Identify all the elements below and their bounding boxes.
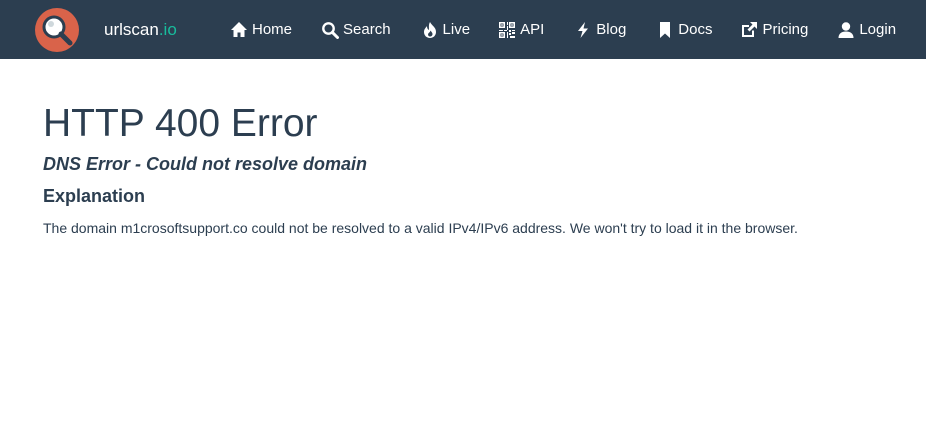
qrcode-icon	[498, 21, 516, 39]
nav-item-label: Search	[343, 21, 391, 38]
nav-item-label: Home	[252, 21, 293, 38]
user-icon	[837, 21, 855, 39]
page-title: HTTP 400 Error	[43, 102, 318, 145]
bookmark-icon	[656, 21, 674, 39]
top-navbar: urlscan.io Home Search Live API Blog Doc…	[0, 0, 926, 59]
brand-name: urlscan.io	[104, 0, 177, 59]
external-link-icon	[740, 21, 758, 39]
magnifier-logo-icon	[35, 8, 79, 52]
nav-item-label: Blog	[596, 21, 627, 38]
nav-item-api[interactable]: API	[498, 0, 544, 59]
search-icon	[321, 21, 340, 39]
nav-item-label: Docs	[678, 21, 713, 38]
nav-item-docs[interactable]: Docs	[656, 0, 712, 59]
nav-item-login[interactable]: Login	[837, 0, 896, 59]
explanation-text: The domain m1crosoftsupport.co could not…	[43, 220, 798, 236]
nav-item-label: Live	[442, 21, 471, 38]
nav-item-search[interactable]: Search	[321, 0, 391, 59]
brand-name-tld: .io	[158, 20, 177, 39]
nav-item-label: Pricing	[762, 21, 809, 38]
nav-item-label: API	[520, 21, 545, 38]
flash-icon	[574, 21, 592, 39]
fire-icon	[421, 21, 439, 39]
main-nav: Home Search Live API Blog Docs Pricing L…	[230, 0, 896, 59]
nav-item-blog[interactable]: Blog	[574, 0, 626, 59]
nav-item-live[interactable]: Live	[421, 0, 471, 59]
error-subtitle: DNS Error - Could not resolve domain	[43, 154, 368, 174]
brand-name-main: urlscan	[104, 20, 159, 39]
nav-item-label: Login	[859, 21, 897, 38]
explanation-heading: Explanation	[43, 186, 146, 206]
nav-item-pricing[interactable]: Pricing	[740, 0, 808, 59]
nav-item-home[interactable]: Home	[230, 0, 292, 59]
home-icon	[230, 21, 248, 39]
